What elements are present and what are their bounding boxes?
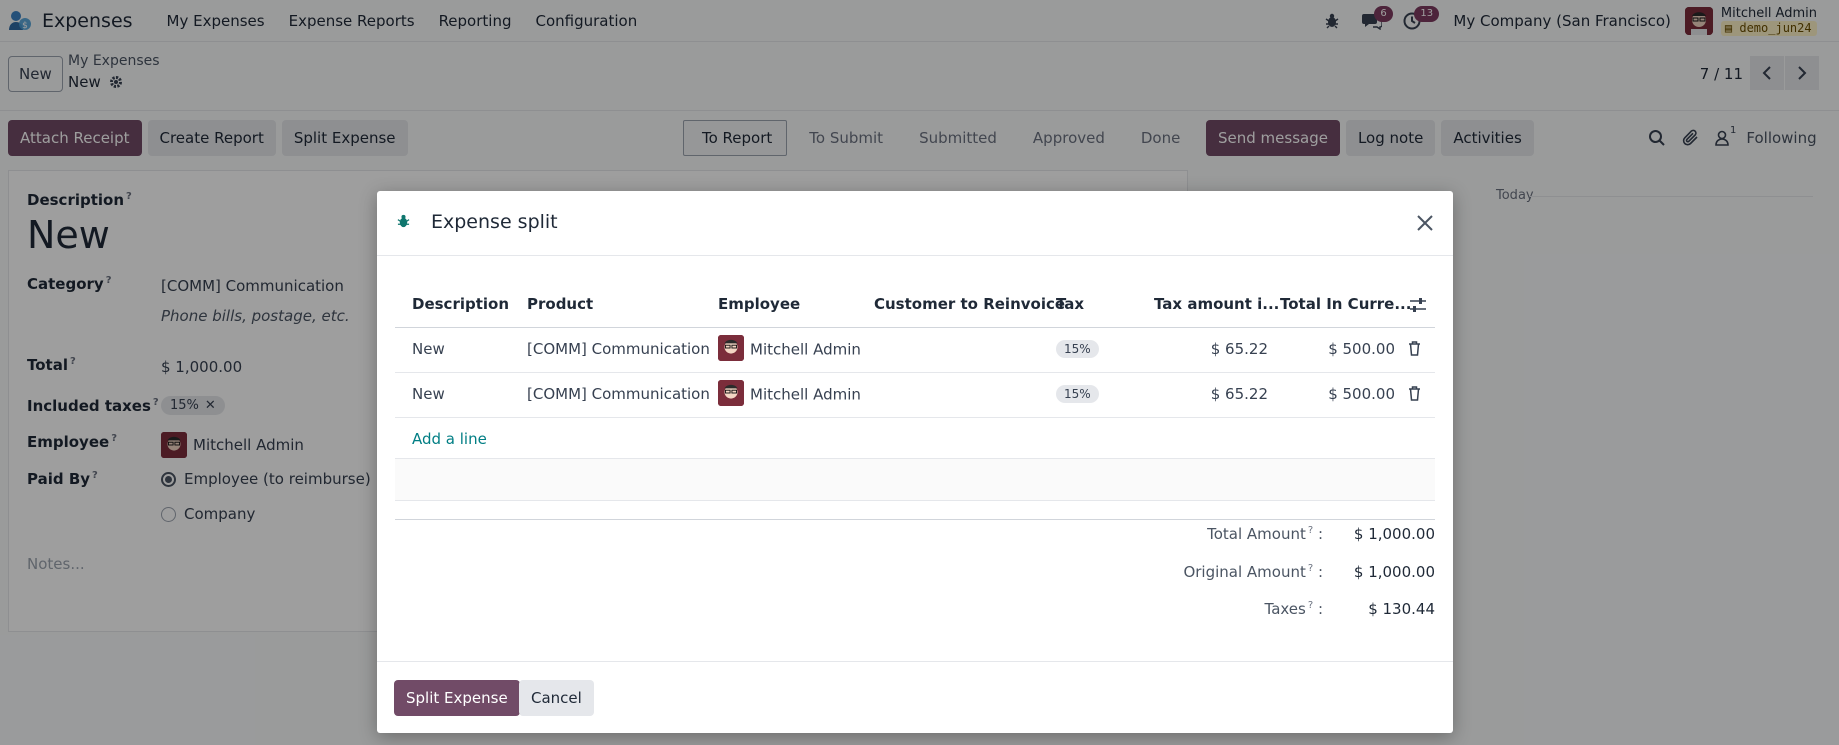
row-employee[interactable]: Mitchell Admin bbox=[718, 380, 861, 408]
employee-avatar bbox=[718, 380, 744, 406]
table-row[interactable]: New [COMM] Communication Mitchell Admin … bbox=[395, 373, 1435, 418]
col-product[interactable]: Product bbox=[527, 295, 593, 313]
optional-columns-sliders-icon[interactable] bbox=[1409, 296, 1427, 314]
original-amount-label-text: Original Amount bbox=[1183, 563, 1306, 581]
col-employee[interactable]: Employee bbox=[718, 295, 800, 313]
table-row[interactable]: New [COMM] Communication Mitchell Admin … bbox=[395, 328, 1435, 373]
row-tax-tag[interactable]: 15% bbox=[1056, 340, 1099, 358]
total-amount-label: Total Amount? : bbox=[1207, 525, 1323, 543]
row-total[interactable]: $ 500.00 bbox=[1328, 385, 1395, 403]
add-line-link[interactable]: Add a line bbox=[412, 430, 487, 448]
debug-bug-icon bbox=[397, 214, 410, 228]
trash-icon[interactable] bbox=[1408, 386, 1421, 401]
dialog-header: Expense split bbox=[377, 191, 1453, 256]
row-tax-tag[interactable]: 15% bbox=[1056, 385, 1099, 403]
row-tax-amount[interactable]: $ 65.22 bbox=[1211, 385, 1268, 403]
row-total[interactable]: $ 500.00 bbox=[1328, 340, 1395, 358]
row-tax-amount[interactable]: $ 65.22 bbox=[1211, 340, 1268, 358]
taxes-label-text: Taxes bbox=[1264, 600, 1306, 618]
total-amount-row: Total Amount? : $ 1,000.00 bbox=[1035, 525, 1435, 547]
row-employee-name: Mitchell Admin bbox=[750, 340, 861, 359]
row-product[interactable]: [COMM] Communication bbox=[527, 385, 710, 403]
original-amount-label: Original Amount? : bbox=[1183, 563, 1323, 581]
row-employee[interactable]: Mitchell Admin bbox=[718, 335, 861, 363]
col-description[interactable]: Description bbox=[412, 295, 509, 313]
expense-split-dialog: Expense split Description Product Employ… bbox=[377, 191, 1453, 733]
col-tax-amount[interactable]: Tax amount i... bbox=[1154, 295, 1279, 313]
original-amount-value: $ 1,000.00 bbox=[1353, 563, 1435, 581]
add-line-row: Add a line bbox=[395, 418, 1435, 459]
taxes-label: Taxes? : bbox=[1264, 600, 1323, 618]
trash-icon[interactable] bbox=[1408, 341, 1421, 356]
col-customer-to-reinvoice[interactable]: Customer to Reinvoice bbox=[874, 295, 1065, 313]
original-amount-row: Original Amount? : $ 1,000.00 bbox=[1035, 563, 1435, 585]
help-tooltip-icon[interactable]: ? bbox=[1308, 563, 1313, 574]
row-employee-name: Mitchell Admin bbox=[750, 385, 861, 404]
totals-divider bbox=[395, 519, 1435, 520]
dialog-footer: Split Expense Cancel bbox=[377, 661, 1453, 733]
close-icon[interactable] bbox=[1413, 211, 1437, 235]
table-header: Description Product Employee Customer to… bbox=[395, 282, 1435, 328]
taxes-value: $ 130.44 bbox=[1368, 600, 1435, 618]
cancel-button[interactable]: Cancel bbox=[519, 680, 594, 716]
help-tooltip-icon[interactable]: ? bbox=[1308, 525, 1313, 536]
confirm-split-expense-button[interactable]: Split Expense bbox=[394, 680, 520, 716]
total-amount-value: $ 1,000.00 bbox=[1353, 525, 1435, 543]
total-amount-label-text: Total Amount bbox=[1207, 525, 1306, 543]
col-total-in-currency[interactable]: Total In Curre... bbox=[1280, 295, 1411, 313]
col-tax[interactable]: Tax bbox=[1056, 295, 1084, 313]
dialog-title: Expense split bbox=[431, 211, 558, 233]
help-tooltip-icon[interactable]: ? bbox=[1308, 600, 1313, 611]
row-product[interactable]: [COMM] Communication bbox=[527, 340, 710, 358]
row-description[interactable]: New bbox=[412, 340, 445, 358]
row-description[interactable]: New bbox=[412, 385, 445, 403]
employee-avatar bbox=[718, 335, 744, 361]
empty-row bbox=[395, 459, 1435, 501]
taxes-row: Taxes? : $ 130.44 bbox=[1035, 600, 1435, 622]
